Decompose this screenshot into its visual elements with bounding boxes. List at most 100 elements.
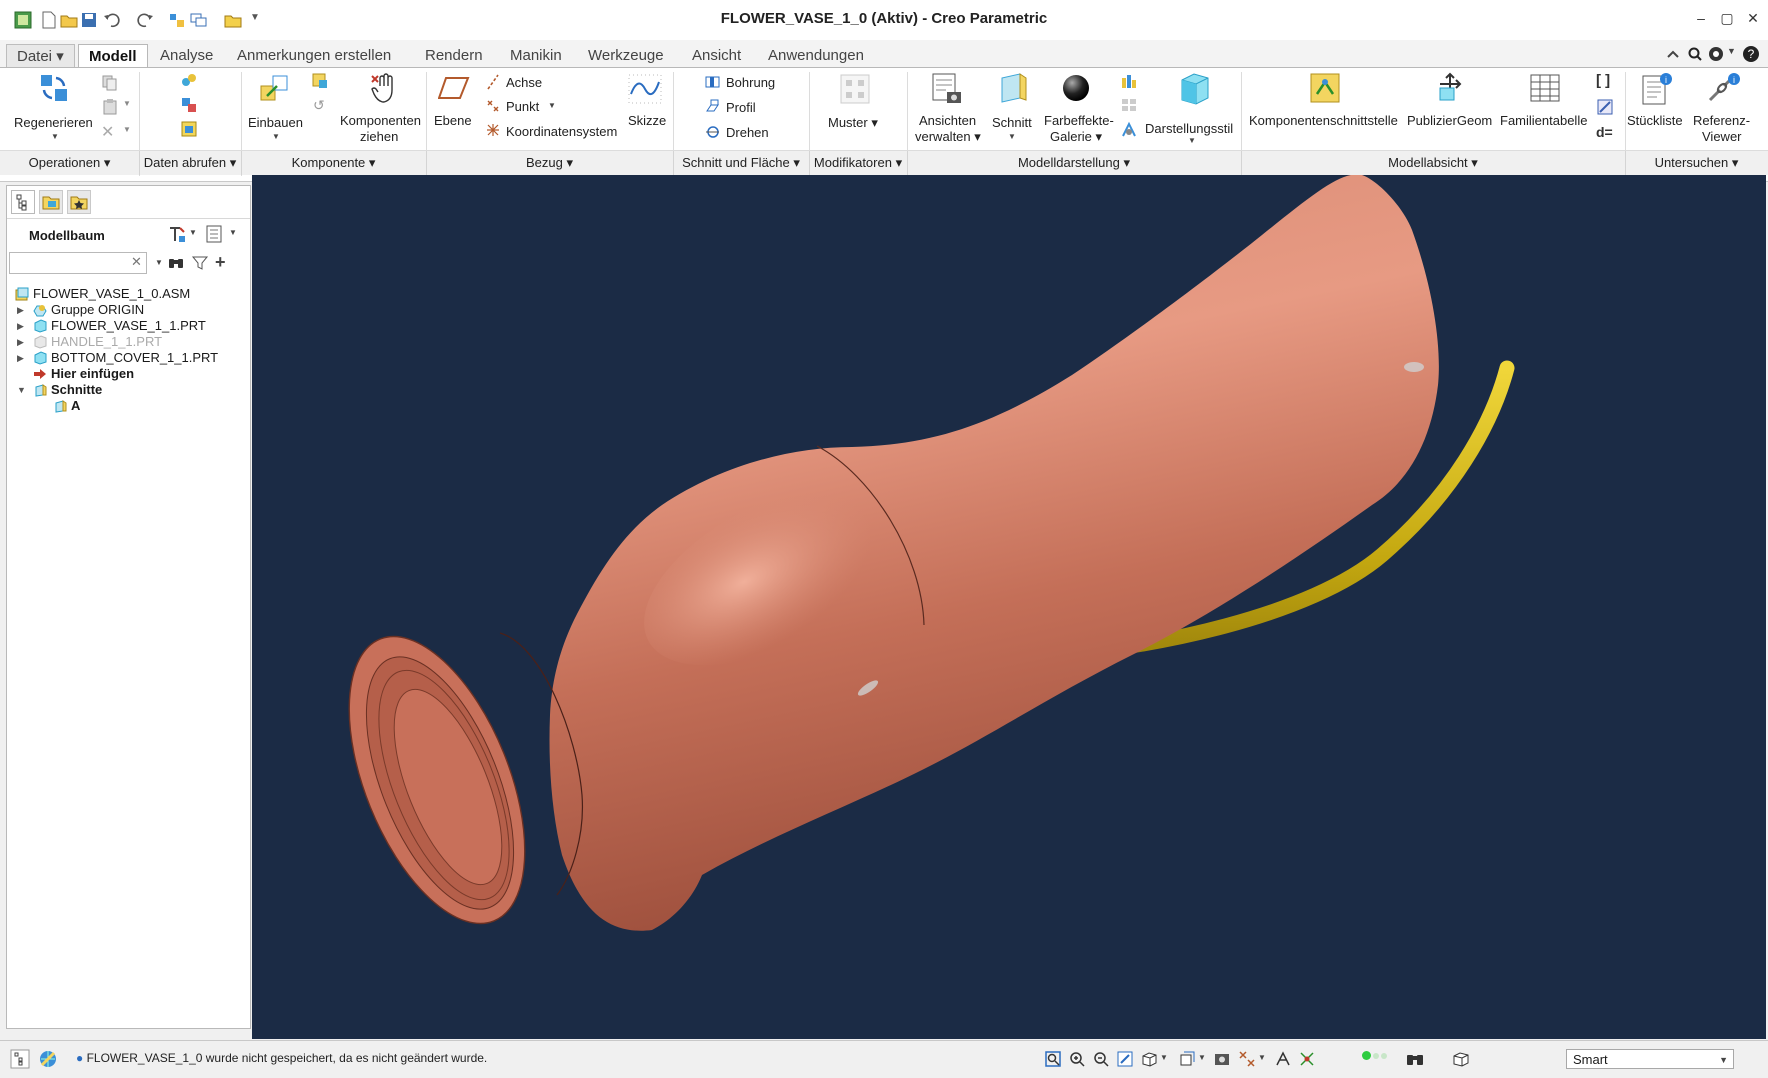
coordinate-system-icon[interactable]: [486, 123, 500, 137]
saved-orientations-icon[interactable]: [1178, 1050, 1196, 1068]
tree-item-section-a[interactable]: A: [11, 397, 247, 415]
plane-icon[interactable]: [438, 74, 470, 102]
zoom-in-icon[interactable]: [1068, 1050, 1086, 1068]
schnitt-label[interactable]: Schnitt: [992, 115, 1032, 130]
sketch-icon[interactable]: [628, 74, 662, 104]
spin-center-icon[interactable]: [1298, 1050, 1316, 1068]
model-tree-search-input[interactable]: [9, 252, 147, 274]
clear-search-icon[interactable]: ✕: [131, 254, 142, 270]
maximize-button[interactable]: ▢: [1716, 8, 1738, 28]
display-style-status-icon[interactable]: [1140, 1050, 1158, 1068]
bohrung-label[interactable]: Bohrung: [726, 75, 775, 90]
punkt-label[interactable]: Punkt: [506, 99, 539, 114]
repeat-icon[interactable]: ↺: [313, 97, 325, 114]
graphics-viewport[interactable]: [252, 174, 1766, 1039]
muster-label[interactable]: Muster ▾: [828, 115, 878, 131]
help-menu-arrow-icon[interactable]: ▼: [1727, 46, 1736, 56]
assemble-dropdown-icon[interactable]: ▼: [272, 132, 280, 141]
display-style-dropdown-icon[interactable]: ▼: [1188, 136, 1196, 145]
parameters-icon[interactable]: [1596, 98, 1614, 116]
group-komponente[interactable]: Komponente ▾: [241, 151, 427, 175]
reference-viewer-icon[interactable]: i: [1706, 72, 1740, 106]
komponenten-label[interactable]: Komponenten: [340, 113, 421, 128]
pattern-icon[interactable]: [840, 74, 870, 104]
tab-datei[interactable]: Datei ▾: [6, 44, 75, 69]
saved-orientations-dropdown-icon[interactable]: ▼: [1198, 1053, 1206, 1062]
familientabelle-label[interactable]: Familientabelle: [1500, 113, 1587, 128]
section-icon[interactable]: [996, 72, 1028, 106]
find-icon[interactable]: [167, 254, 185, 272]
tab-ansicht[interactable]: Ansicht: [682, 44, 751, 68]
switch-dimensions-icon[interactable]: d=: [1596, 124, 1613, 140]
search-icon[interactable]: [1687, 46, 1703, 62]
relations-icon[interactable]: [ ]: [1596, 72, 1610, 89]
tab-anmerkungen[interactable]: Anmerkungen erstellen: [227, 44, 401, 68]
create-component-icon[interactable]: [311, 72, 329, 90]
tab-model-tree[interactable]: [11, 190, 35, 214]
filter-icon[interactable]: [191, 254, 209, 272]
delete-dropdown-icon[interactable]: ▼: [123, 125, 131, 134]
copy-geometry-icon[interactable]: [180, 120, 198, 138]
close-button[interactable]: ✕: [1742, 8, 1764, 28]
datum-display-icon[interactable]: [1238, 1050, 1256, 1068]
hole-icon[interactable]: [705, 74, 720, 89]
extrude-icon[interactable]: [705, 99, 720, 114]
manage-views-icon[interactable]: [930, 72, 964, 106]
ebene-label[interactable]: Ebene: [434, 113, 472, 128]
display-style-dropdown-icon[interactable]: ▼: [1160, 1053, 1168, 1062]
revolve-icon[interactable]: [705, 124, 720, 139]
group-bezug[interactable]: Bezug ▾: [426, 151, 674, 175]
display-settings-icon[interactable]: [1120, 96, 1138, 114]
referenz-label[interactable]: Referenz-: [1693, 113, 1750, 128]
view-tools-icon[interactable]: [1120, 121, 1138, 139]
axis-icon[interactable]: [486, 74, 500, 90]
tab-werkzeuge[interactable]: Werkzeuge: [578, 44, 674, 68]
appearance-gallery-icon[interactable]: [1060, 72, 1092, 104]
regenerate-icon[interactable]: [38, 72, 70, 104]
point-dropdown-icon[interactable]: ▼: [548, 101, 556, 110]
tab-rendern[interactable]: Rendern: [415, 44, 493, 68]
display-style-icon[interactable]: [1176, 70, 1212, 106]
vase-body[interactable]: [549, 174, 1439, 931]
group-untersuchen[interactable]: Untersuchen ▾: [1625, 151, 1768, 175]
group-modelldarstellung[interactable]: Modelldarstellung ▾: [907, 151, 1242, 175]
assemble-icon[interactable]: [257, 72, 291, 106]
regenerieren-label[interactable]: Regenerieren: [14, 115, 93, 130]
family-table-icon[interactable]: [1530, 74, 1560, 102]
bill-of-materials-icon[interactable]: i: [1640, 72, 1672, 106]
ansichten-label[interactable]: Ansichten: [919, 113, 976, 128]
zoom-out-icon[interactable]: [1092, 1050, 1110, 1068]
settings-icon[interactable]: [167, 224, 187, 244]
komponentenschnittstelle-label[interactable]: Komponentenschnittstelle: [1249, 113, 1398, 128]
tab-analyse[interactable]: Analyse: [150, 44, 223, 68]
datum-display-dropdown-icon[interactable]: ▼: [1258, 1053, 1266, 1062]
publish-geometry-icon[interactable]: [1434, 72, 1466, 104]
selection-filter-dropdown[interactable]: Smart ▼: [1566, 1049, 1734, 1069]
find-status-icon[interactable]: [1404, 1048, 1426, 1070]
collapse-ribbon-icon[interactable]: [1665, 46, 1681, 62]
shrinkwrap-icon[interactable]: [180, 72, 198, 90]
point-icon[interactable]: [486, 99, 500, 113]
delete-icon[interactable]: ✕: [101, 122, 114, 142]
stueckliste-label[interactable]: Stückliste: [1627, 113, 1683, 128]
publiziergeom-label[interactable]: PublizierGeom: [1407, 113, 1492, 128]
annotation-display-icon[interactable]: [1274, 1050, 1292, 1068]
show-icon[interactable]: [205, 224, 225, 244]
ziehen-label[interactable]: ziehen: [360, 129, 398, 144]
show-dropdown-icon[interactable]: ▼: [229, 228, 237, 237]
search-history-dropdown-icon[interactable]: ▼: [155, 258, 163, 267]
group-daten-abrufen[interactable]: Daten abrufen ▾: [139, 151, 242, 175]
add-column-icon[interactable]: +: [215, 252, 226, 273]
repaint-icon[interactable]: [1116, 1050, 1134, 1068]
profil-label[interactable]: Profil: [726, 100, 756, 115]
merge-icon[interactable]: [180, 96, 198, 114]
tab-anwendungen[interactable]: Anwendungen: [758, 44, 874, 68]
model-view[interactable]: [252, 174, 1766, 1039]
group-operationen[interactable]: Operationen ▾: [0, 151, 140, 175]
view-manager-icon[interactable]: [1214, 1050, 1232, 1068]
component-interface-icon[interactable]: [1309, 72, 1341, 104]
help-icon[interactable]: ?: [1742, 45, 1760, 63]
browser-toggle-icon[interactable]: [38, 1049, 58, 1069]
tab-manikin[interactable]: Manikin: [500, 44, 572, 68]
viewer-label[interactable]: Viewer: [1702, 129, 1742, 144]
